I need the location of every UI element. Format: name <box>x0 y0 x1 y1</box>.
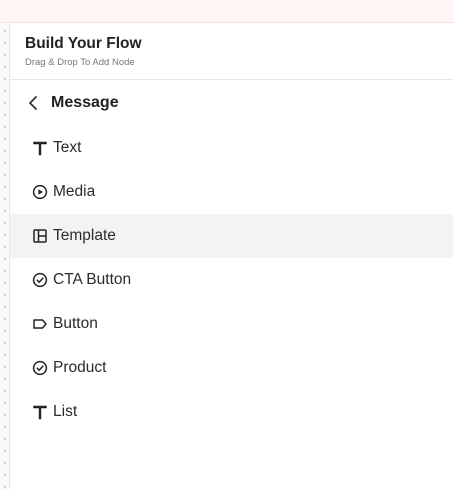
panel-header: Build Your Flow Drag & Drop To Add Node <box>10 23 453 80</box>
node-item-label: Button <box>53 315 98 332</box>
node-item-label: CTA Button <box>53 271 132 288</box>
check-circle-icon <box>32 272 48 288</box>
check-circle-icon <box>32 360 48 376</box>
back-to-categories-button[interactable]: Message <box>10 81 453 125</box>
panel-subtitle: Drag & Drop To Add Node <box>25 57 135 68</box>
layout-template-icon <box>33 229 47 243</box>
node-item-label: List <box>53 403 78 420</box>
node-item-text[interactable]: Text <box>10 126 453 170</box>
section-title: Message <box>51 94 119 111</box>
node-item-list[interactable]: List <box>10 390 453 434</box>
chevron-left-icon[interactable] <box>26 95 40 111</box>
node-item-product[interactable]: Product <box>10 346 453 390</box>
node-item-media[interactable]: Media <box>10 170 453 214</box>
node-item-label: Template <box>53 227 116 244</box>
flow-canvas-edge[interactable] <box>0 23 10 489</box>
text-t-icon <box>33 141 47 156</box>
play-circle-icon <box>32 184 48 200</box>
tag-label-icon <box>33 319 47 329</box>
node-item-button[interactable]: Button <box>10 302 453 346</box>
message-node-list: Text Media Template CTA Button Button Pr… <box>10 126 453 434</box>
node-item-cta-button[interactable]: CTA Button <box>10 258 453 302</box>
text-t-icon <box>33 405 47 420</box>
node-item-template[interactable]: Template <box>10 214 453 258</box>
top-banner-strip <box>0 0 453 23</box>
node-item-label: Product <box>53 359 107 376</box>
node-palette-panel: Build Your Flow Drag & Drop To Add Node … <box>10 23 453 489</box>
panel-title: Build Your Flow <box>25 35 142 52</box>
node-item-label: Text <box>53 139 82 156</box>
node-item-label: Media <box>53 183 96 200</box>
